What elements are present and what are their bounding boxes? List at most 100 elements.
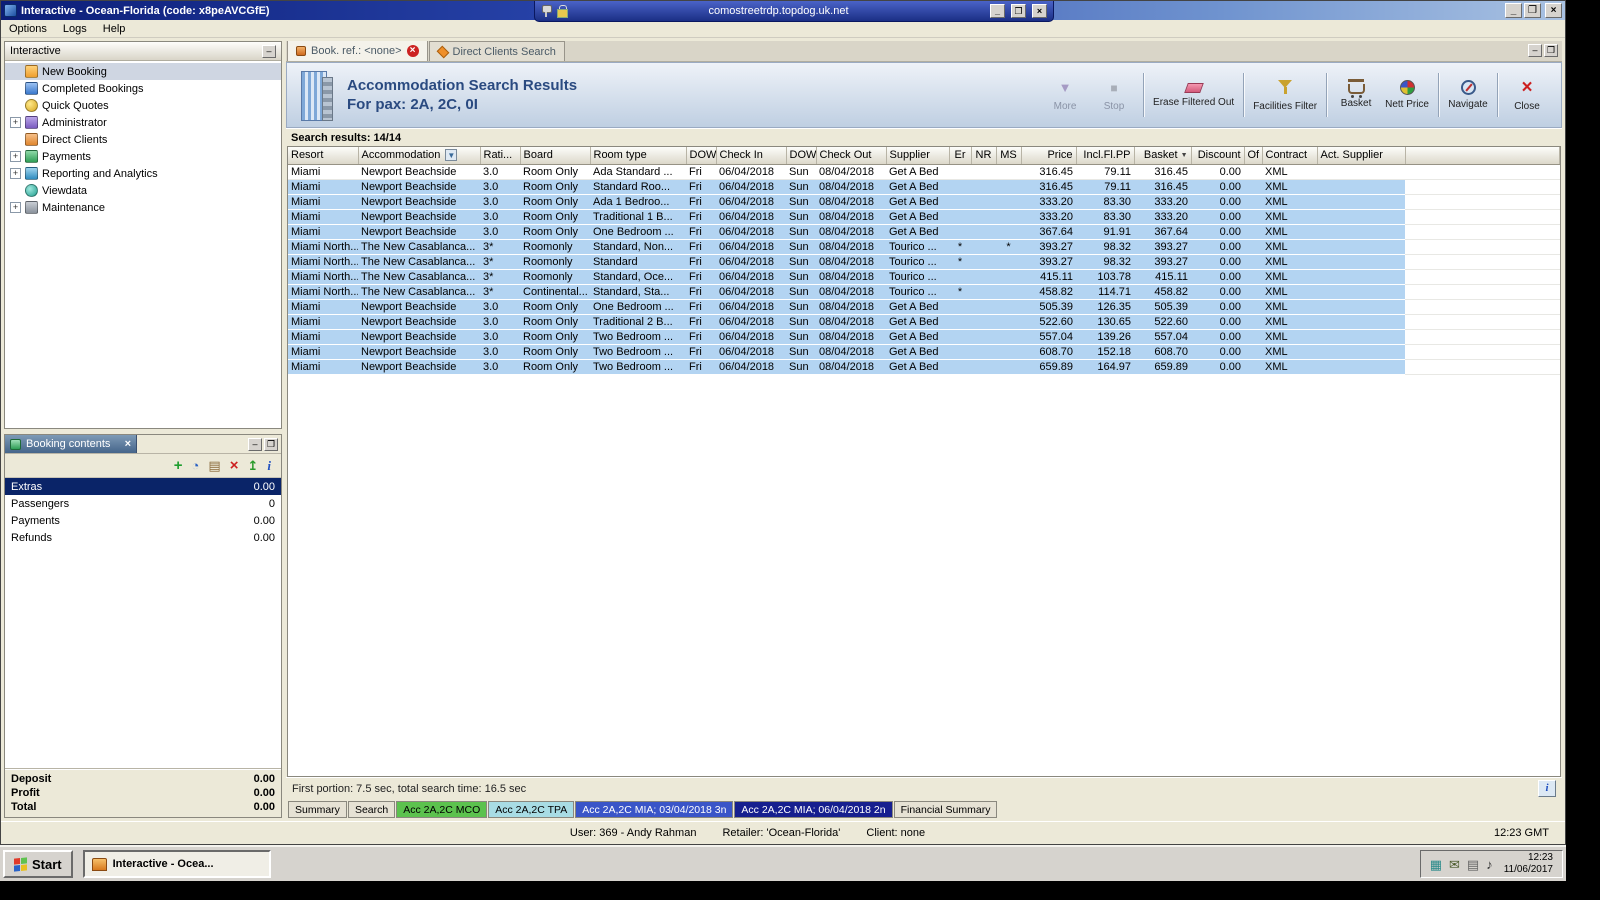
start-button[interactable]: Start	[3, 850, 73, 878]
table-row[interactable]: Miami Newport Beachside 3.0 Room Only One Be…	[288, 299, 1560, 315]
bottom-tab-financial-summary[interactable]: Financial Summary	[893, 801, 998, 818]
history-icon[interactable]: ◔	[192, 459, 200, 472]
close-button[interactable]: Close	[1507, 79, 1547, 112]
column-resort-0[interactable]: Resort	[288, 147, 359, 165]
taskbar-clock[interactable]: 12:23 11/06/2017	[1504, 852, 1553, 876]
table-row[interactable]: Miami Newport Beachside 3.0 Room Only Ada St…	[288, 164, 1560, 180]
rdp-restore-button[interactable]: ❐	[1011, 4, 1026, 18]
pin-icon[interactable]	[541, 5, 552, 17]
window-restore-button[interactable]: ❐	[1524, 3, 1541, 18]
nett-price-button[interactable]: Nett Price	[1385, 80, 1429, 110]
column-board-3[interactable]: Board	[520, 147, 591, 165]
stop-button[interactable]: Stop	[1094, 79, 1134, 112]
column-room-type-4[interactable]: Room type	[590, 147, 687, 165]
table-row[interactable]: Miami North... The New Casablanca... 3* Roo…	[288, 239, 1560, 255]
facilities-filter-button[interactable]: Facilities Filter	[1253, 79, 1317, 112]
sidebar-item-viewdata[interactable]: Viewdata	[5, 182, 281, 199]
sidebar-item-new-booking[interactable]: New Booking	[5, 63, 281, 80]
column-accommodation-1[interactable]: Accommodation ▼	[358, 147, 481, 165]
sidebar-item-maintenance[interactable]: + Maintenance	[5, 199, 281, 216]
table-row[interactable]: Miami North... The New Casablanca... 3* Roo…	[288, 254, 1560, 270]
sidebar-item-direct-clients[interactable]: Direct Clients	[5, 131, 281, 148]
expand-icon[interactable]: +	[10, 202, 21, 213]
close-tab-icon[interactable]: ×	[406, 45, 419, 57]
palm-tree-icon[interactable]: ↥	[247, 459, 258, 472]
bottom-tab-acc-2a-2c-mia-03-04-2018-3n[interactable]: Acc 2A,2C MIA; 03/04/2018 3n	[575, 801, 734, 818]
table-row[interactable]: Miami Newport Beachside 3.0 Room Only Standa…	[288, 179, 1560, 195]
volume-icon[interactable]: ♪	[1486, 858, 1493, 871]
table-row[interactable]: Miami Newport Beachside 3.0 Room Only Tradit…	[288, 209, 1560, 225]
network-status-icon[interactable]: ▦	[1430, 858, 1442, 871]
booking-row-extras[interactable]: Extras 0.00	[5, 478, 281, 495]
booking-minimize-button[interactable]: –	[248, 437, 262, 451]
table-row[interactable]: Miami North... The New Casablanca... 3* Roo…	[288, 269, 1560, 285]
taskbar-task-button[interactable]: Interactive - Ocea...	[82, 850, 271, 878]
delete-icon[interactable]: ×	[230, 458, 239, 473]
column-incl-fl-pp-14[interactable]: Incl.Fl.PP	[1076, 147, 1135, 165]
column-check-out-8[interactable]: Check Out	[816, 147, 887, 165]
info-button[interactable]: i	[1538, 780, 1556, 797]
table-row[interactable]: Miami Newport Beachside 3.0 Room Only Two Be…	[288, 329, 1560, 345]
bottom-tab-summary[interactable]: Summary	[288, 801, 347, 818]
table-row[interactable]: Miami Newport Beachside 3.0 Room Only Two Be…	[288, 344, 1560, 360]
booking-contents-tab[interactable]: Booking contents ×	[5, 435, 137, 453]
bottom-tab-acc-2a-2c-mco[interactable]: Acc 2A,2C MCO	[396, 801, 488, 818]
menu-help[interactable]: Help	[95, 22, 134, 36]
column-rati-2[interactable]: Rati...	[480, 147, 521, 165]
column-ms-12[interactable]: MS	[996, 147, 1022, 165]
sidebar-item-administrator[interactable]: + Administrator	[5, 114, 281, 131]
column-er-10[interactable]: Er	[949, 147, 972, 165]
column-discount-16[interactable]: Discount	[1191, 147, 1245, 165]
expand-icon[interactable]: +	[10, 151, 21, 162]
booking-row-passengers[interactable]: Passengers 0	[5, 495, 281, 512]
tab-book-ref-none[interactable]: Book. ref.: <none> ×	[287, 41, 428, 61]
more-button[interactable]: More	[1045, 79, 1085, 112]
expand-icon[interactable]: +	[10, 117, 21, 128]
booking-close-icon[interactable]: ×	[125, 438, 131, 450]
booking-row-refunds[interactable]: Refunds 0.00	[5, 529, 281, 546]
basket-button[interactable]: Basket	[1336, 79, 1376, 109]
table-row[interactable]: Miami Newport Beachside 3.0 Room Only One Be…	[288, 224, 1560, 240]
expand-icon[interactable]: +	[10, 168, 21, 179]
sidebar-item-reporting-and-analytics[interactable]: + Reporting and Analytics	[5, 165, 281, 182]
bottom-tab-acc-2a-2c-tpa[interactable]: Acc 2A,2C TPA	[488, 801, 575, 818]
info-icon[interactable]: i	[267, 459, 271, 472]
rdp-connection-bar[interactable]: comostreetrdp.topdog.uk.net _ ❐ ×	[534, 1, 1054, 22]
booking-maximize-button[interactable]: ❐	[264, 437, 278, 451]
rdp-minimize-button[interactable]: _	[990, 4, 1005, 18]
column-nr-11[interactable]: NR	[971, 147, 997, 165]
column-dow-7[interactable]: DOW	[786, 147, 817, 165]
column-act-supplier-19[interactable]: Act. Supplier	[1317, 147, 1406, 165]
sidebar-item-payments[interactable]: + Payments	[5, 148, 281, 165]
column-dow-5[interactable]: DOW	[686, 147, 717, 165]
add-icon[interactable]: +	[174, 458, 183, 473]
table-row[interactable]: Miami Newport Beachside 3.0 Room Only Tradit…	[288, 314, 1560, 330]
bottom-tab-search[interactable]: Search	[347, 801, 396, 818]
window-close-button[interactable]: ×	[1545, 3, 1562, 18]
navigate-button[interactable]: Navigate	[1448, 80, 1488, 110]
column-contract-18[interactable]: Contract	[1262, 147, 1318, 165]
basket-remove-icon[interactable]: ▤	[208, 459, 220, 472]
erase-filtered-out-button[interactable]: Erase Filtered Out	[1153, 82, 1234, 108]
column-price-13[interactable]: Price	[1021, 147, 1077, 165]
table-row[interactable]: Miami Newport Beachside 3.0 Room Only Two Be…	[288, 359, 1560, 375]
table-row[interactable]: Miami North... The New Casablanca... 3* Con…	[288, 284, 1560, 300]
column-of-17[interactable]: Of	[1244, 147, 1263, 165]
bottom-tab-acc-2a-2c-mia-06-04-2018-2n[interactable]: Acc 2A,2C MIA; 06/04/2018 2n	[734, 801, 893, 818]
filter-icon[interactable]: ▼	[445, 149, 458, 162]
table-row[interactable]: Miami Newport Beachside 3.0 Room Only Ada 1 …	[288, 194, 1560, 210]
menu-logs[interactable]: Logs	[55, 22, 95, 36]
tabgroup-minimize-button[interactable]: –	[1528, 44, 1542, 57]
mail-icon[interactable]: ✉	[1449, 858, 1460, 871]
sidebar-item-completed-bookings[interactable]: Completed Bookings	[5, 80, 281, 97]
column-basket-15[interactable]: Basket ▼	[1134, 147, 1192, 165]
window-minimize-button[interactable]: _	[1505, 3, 1522, 18]
tabgroup-maximize-button[interactable]: ❐	[1544, 44, 1558, 57]
menu-options[interactable]: Options	[1, 22, 55, 36]
column-check-in-6[interactable]: Check In	[716, 147, 787, 165]
column-supplier-9[interactable]: Supplier	[886, 147, 950, 165]
tab-direct-clients-search[interactable]: Direct Clients Search	[428, 41, 565, 61]
collapse-panel-button[interactable]: –	[262, 44, 276, 58]
printer-icon[interactable]: ▤	[1467, 858, 1479, 871]
booking-row-payments[interactable]: Payments 0.00	[5, 512, 281, 529]
